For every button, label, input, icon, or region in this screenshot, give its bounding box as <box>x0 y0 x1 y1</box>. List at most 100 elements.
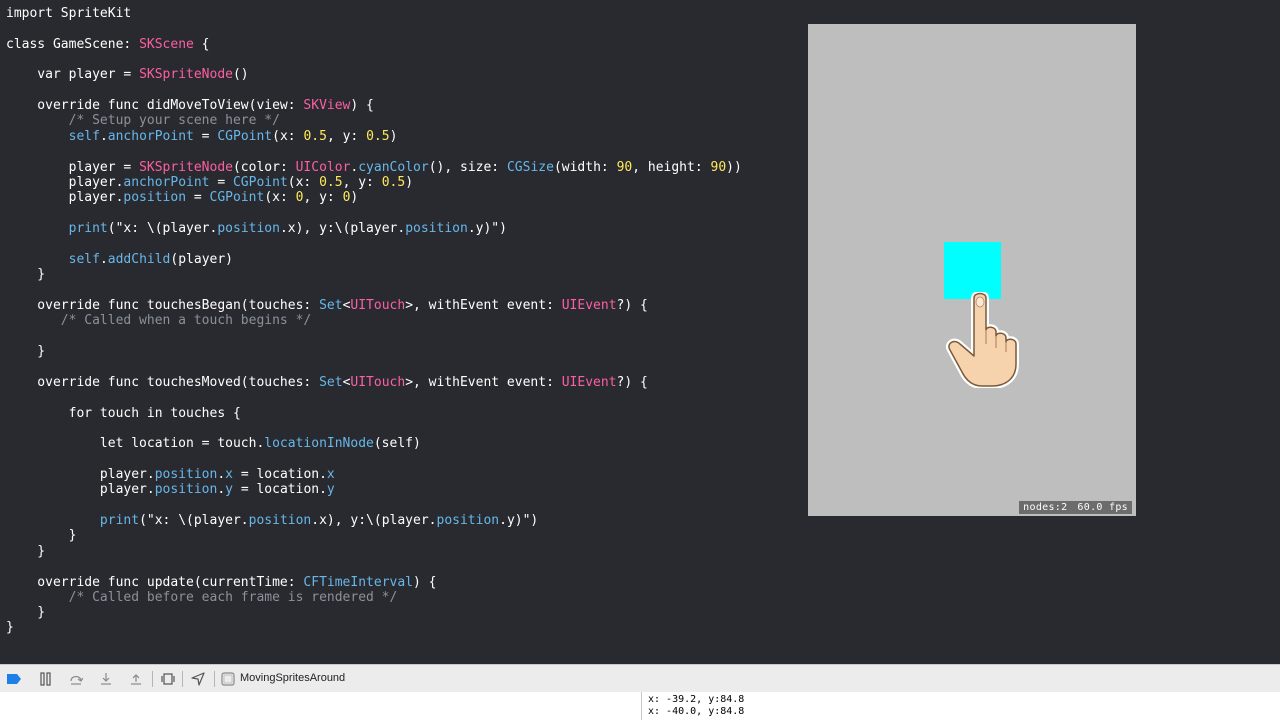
code-token: player. <box>6 467 155 482</box>
code-comment: /* Called before each frame is rendered … <box>6 590 398 605</box>
step-out-icon[interactable] <box>128 671 144 687</box>
code-token: position <box>123 190 187 205</box>
code-token: UITouch <box>350 375 406 390</box>
code-token: position <box>436 513 500 528</box>
code-line-14: /* Called when a touch begins */ <box>6 313 311 329</box>
code-token: CGPoint <box>217 129 273 144</box>
breakpoint-icon[interactable] <box>6 671 22 687</box>
code-line-26: } <box>6 605 45 621</box>
code-token: = <box>193 129 218 144</box>
code-token: player = <box>6 160 140 175</box>
code-token: class GameScene: <box>6 37 140 52</box>
code-token: cyanColor <box>358 160 429 175</box>
variables-view[interactable] <box>0 692 642 720</box>
code-token: . <box>217 482 226 497</box>
code-line-11: self.addChild(player) <box>6 252 233 268</box>
code-token: ) <box>389 129 398 144</box>
target-name[interactable]: MovingSpritesAround <box>240 672 345 684</box>
step-into-icon[interactable] <box>98 671 114 687</box>
code-token: .x), y:\(player. <box>279 221 406 236</box>
code-line-23: } <box>6 544 45 560</box>
code-line-12: } <box>6 267 45 283</box>
code-token: { <box>193 37 210 52</box>
code-token: 90 <box>616 160 633 175</box>
code-token: = <box>209 175 233 190</box>
code-token: position <box>154 467 218 482</box>
code-line-18: let location = touch.locationInNode(self… <box>6 436 421 452</box>
code-comment: /* Setup your scene here */ <box>6 113 280 128</box>
toolbar-divider <box>214 671 215 687</box>
code-token: . <box>217 467 226 482</box>
code-line-4: override func didMoveToView(view: SKView… <box>6 98 374 114</box>
console-line: x: -40.0, y:84.8 <box>648 706 745 717</box>
code-token: 0.5 <box>303 129 327 144</box>
code-line-21: print("x: \(player.position.x), y:\(play… <box>6 513 538 529</box>
code-token: } <box>6 620 14 635</box>
code-token: self <box>68 252 100 267</box>
code-line-17: for touch in touches { <box>6 406 241 422</box>
location-icon[interactable] <box>190 671 206 687</box>
code-comment: /* Called when a touch begins */ <box>6 313 312 328</box>
code-token: x <box>225 467 233 482</box>
console-area[interactable]: x: -39.2, y:84.8 x: -40.0, y:84.8 <box>0 692 1280 720</box>
code-line-5: /* Setup your scene here */ <box>6 113 280 129</box>
code-token: UITouch <box>350 298 406 313</box>
code-token: UIColor <box>295 160 351 175</box>
code-token: , y: <box>303 190 343 205</box>
code-line-16: override func touchesMoved(touches: Set<… <box>6 375 648 391</box>
code-line-19: player.position.x = location.x <box>6 467 335 483</box>
code-token: print <box>68 221 108 236</box>
pause-icon[interactable] <box>38 671 54 687</box>
code-token: SKSpriteNode <box>139 160 233 175</box>
code-editor[interactable]: import SpriteKit class GameScene: SKScen… <box>0 0 800 664</box>
toolbar-divider <box>182 671 183 687</box>
code-token: addChild <box>107 252 171 267</box>
code-token: anchorPoint <box>107 129 194 144</box>
code-token: self <box>68 129 100 144</box>
code-line-1: import SpriteKit <box>6 6 131 22</box>
target-icon[interactable] <box>220 671 236 687</box>
code-token: player. <box>6 190 124 205</box>
code-line-9: player.position = CGPoint(x: 0, y: 0) <box>6 190 359 206</box>
code-token: position <box>217 221 280 236</box>
code-token: } <box>6 344 46 359</box>
simulator-scene[interactable]: nodes:2 60.0 fps <box>808 24 1136 516</box>
code-token: UIEvent <box>561 298 617 313</box>
code-token: CGSize <box>506 160 554 175</box>
code-token: (x: <box>264 190 296 205</box>
code-token: 0.5 <box>366 129 390 144</box>
console-line: x: -39.2, y:84.8 <box>648 694 745 705</box>
code-token: (width: <box>553 160 617 175</box>
code-token: CGPoint <box>232 175 288 190</box>
code-token: y <box>326 482 335 497</box>
code-token: in <box>146 406 163 421</box>
code-line-15: } <box>6 344 45 360</box>
code-token: . <box>99 252 108 267</box>
view-debugger-icon[interactable] <box>160 671 176 687</box>
step-over-icon[interactable] <box>68 671 84 687</box>
code-token: , y: <box>342 175 382 190</box>
code-token: var player = <box>6 67 140 82</box>
code-token: ) { <box>350 98 374 113</box>
code-token: Set <box>319 298 343 313</box>
code-token: ) <box>350 190 359 205</box>
toolbar-divider <box>152 671 153 687</box>
code-token: 0.5 <box>381 175 406 190</box>
code-token: 90 <box>710 160 727 175</box>
fps-counter: nodes:2 60.0 fps <box>1019 501 1132 514</box>
code-token: = <box>186 190 210 205</box>
code-token: ?) { <box>616 375 648 390</box>
code-line-20: player.position.y = location.y <box>6 482 335 498</box>
code-token: SKView <box>303 98 351 113</box>
code-token: )) <box>726 160 742 175</box>
player-sprite[interactable] <box>944 242 1001 299</box>
code-token: .y)") <box>467 221 507 236</box>
code-token: SKSpriteNode <box>139 67 233 82</box>
code-line-22: } <box>6 528 77 544</box>
code-token: () <box>232 67 249 82</box>
code-token: override func touchesBegan(touches: <box>6 298 320 313</box>
code-token: (player) <box>170 252 234 267</box>
code-token: , height: <box>632 160 711 175</box>
code-token: } <box>6 605 46 620</box>
